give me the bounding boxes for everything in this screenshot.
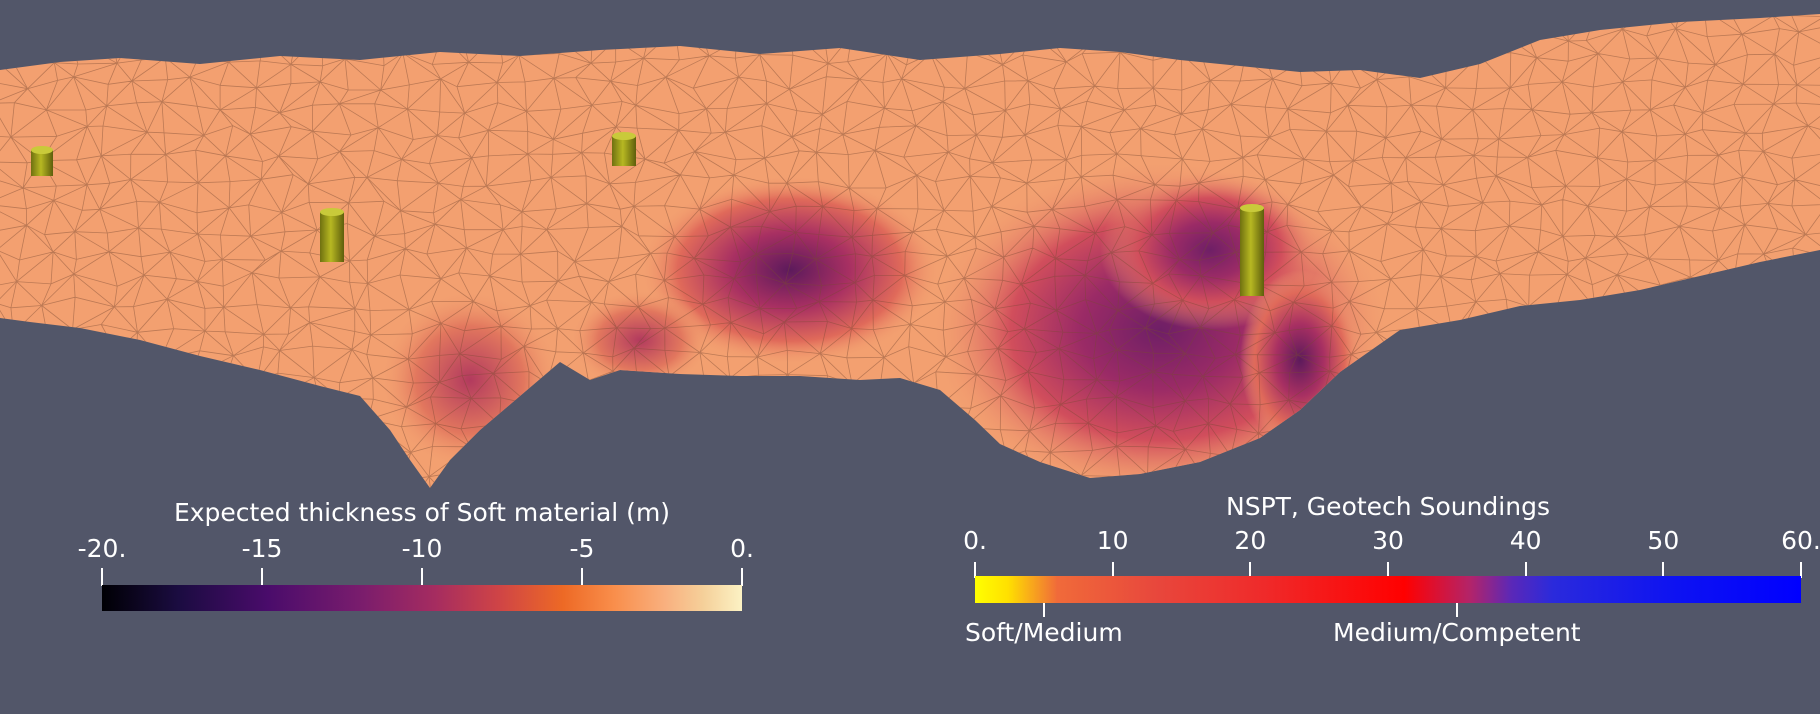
nspt-tick-label: 0.	[963, 526, 987, 555]
sounding-pile[interactable]	[320, 208, 344, 262]
nspt-tick-label: 30	[1372, 526, 1404, 555]
nspt-tick-label: 60.	[1781, 526, 1820, 555]
thickness-tick-mark	[101, 568, 103, 586]
thickness-tick-mark	[741, 568, 743, 586]
render-viewport[interactable]: Expected thickness of Soft material (m) …	[0, 0, 1820, 714]
thickness-tick-label: -20.	[77, 534, 127, 563]
nspt-annotation-mark	[1455, 603, 1458, 617]
nspt-annotation-mark	[1042, 603, 1045, 617]
nspt-tick-label: 10	[1096, 526, 1129, 555]
sounding-pile[interactable]	[31, 146, 53, 176]
nspt-tick-label: 50	[1647, 526, 1680, 555]
thickness-tick-label: -15	[241, 534, 283, 563]
thickness-tick-mark	[421, 568, 423, 586]
thickness-tick-label: 0.	[730, 534, 754, 563]
nspt-colorbar	[975, 576, 1801, 603]
sounding-pile[interactable]	[1240, 204, 1264, 296]
thickness-tick-mark	[261, 568, 263, 586]
nspt-annotation-label: Medium/Competent	[1333, 618, 1581, 647]
nspt-tick-label: 40	[1509, 526, 1542, 555]
thickness-colorbar-title: Expected thickness of Soft material (m)	[173, 498, 671, 527]
thickness-tick-label: -5	[569, 534, 595, 563]
thickness-tick-label: -10	[401, 534, 443, 563]
thickness-tick-mark	[581, 568, 583, 586]
thickness-colorbar	[102, 585, 742, 611]
nspt-colorbar-title: NSPT, Geotech Soundings	[1226, 492, 1550, 521]
nspt-tick-label: 20	[1234, 526, 1267, 555]
sounding-pile[interactable]	[612, 132, 636, 166]
nspt-annotation-label: Soft/Medium	[964, 618, 1123, 647]
